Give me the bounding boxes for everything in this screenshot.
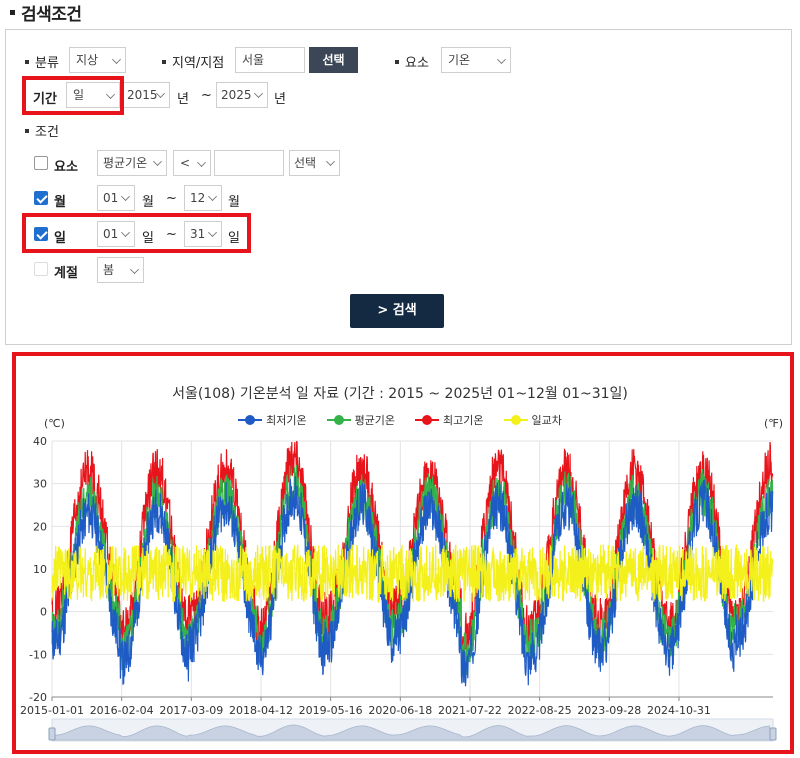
y-tick-label: 20 xyxy=(33,520,47,533)
temperature-chart: -20 -10 0 10 20 30 40 2015-01-01 2016-02-04 2017-… xyxy=(20,435,777,742)
x-tick-label: 2021-07-22 xyxy=(438,704,502,717)
zoom-handle-right xyxy=(769,727,777,741)
x-tick-label: 2020-06-18 xyxy=(368,704,432,717)
y-tick-label: 40 xyxy=(33,435,47,448)
x-tick-label: 2018-04-12 xyxy=(229,704,293,717)
x-tick-label: 2022-08-25 xyxy=(508,704,572,717)
x-tick-label: 2024-10-31 xyxy=(647,704,711,717)
y-tick-label: -10 xyxy=(29,648,47,661)
y-tick-label: 0 xyxy=(40,606,47,619)
x-tick-label: 2015-01-01 xyxy=(20,704,84,717)
x-tick-label: 2023-09-28 xyxy=(577,704,641,717)
x-tick-label: 2017-03-09 xyxy=(159,704,223,717)
y-tick-label: 30 xyxy=(33,478,47,491)
y-tick-label: 10 xyxy=(33,563,47,576)
y-tick-label: -20 xyxy=(29,691,47,704)
x-tick-label: 2019-05-16 xyxy=(299,704,363,717)
zoom-handle-left xyxy=(48,727,56,741)
x-tick-label: 2016-02-04 xyxy=(90,704,154,717)
